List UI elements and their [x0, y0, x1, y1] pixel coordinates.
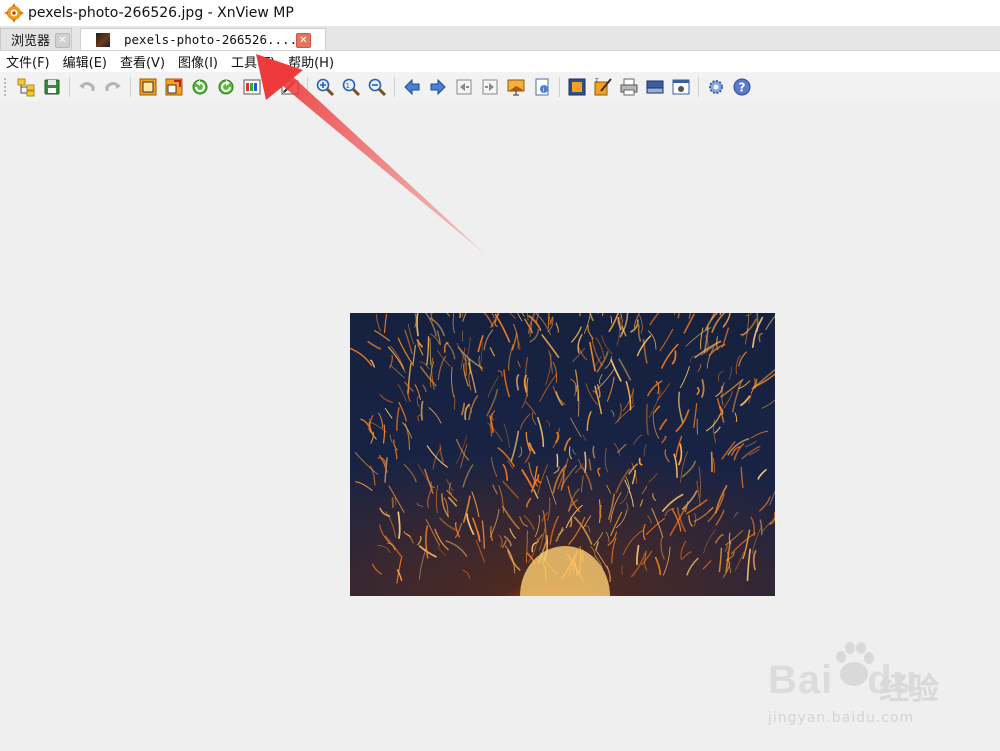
- toolbar: 1 i T ?: [0, 72, 1000, 102]
- scanner-button[interactable]: [642, 75, 668, 99]
- baidu-watermark: Bai du 经验 jingyan.baidu.com: [768, 640, 958, 730]
- edit-button[interactable]: [277, 75, 303, 99]
- print-icon: [620, 78, 638, 95]
- toolbar-separator: [307, 76, 308, 97]
- toolbar-grip[interactable]: [3, 76, 7, 97]
- menu-view[interactable]: 查看(V): [114, 52, 172, 71]
- fullscreen-button[interactable]: [564, 75, 590, 99]
- save-button[interactable]: [39, 75, 65, 99]
- print-button[interactable]: [616, 75, 642, 99]
- adjust-colors-icon: [243, 79, 261, 94]
- menu-edit[interactable]: 编辑(E): [57, 52, 114, 71]
- scanner-icon: [646, 80, 664, 93]
- menu-tools[interactable]: 工具(T): [225, 52, 282, 71]
- zoom-fit-button[interactable]: 1: [338, 75, 364, 99]
- next-button[interactable]: [425, 75, 451, 99]
- undo-icon: [79, 81, 95, 91]
- first-button[interactable]: [451, 75, 477, 99]
- adjust-colors-dropdown[interactable]: [265, 75, 277, 99]
- spark-streak: [579, 313, 581, 317]
- xnview-logo-icon: [4, 3, 24, 23]
- crop-button[interactable]: [135, 75, 161, 99]
- window-title: pexels-photo-266526.jpg - XnView MP: [28, 5, 294, 21]
- svg-text:1: 1: [346, 82, 350, 90]
- toolbar-separator: [394, 76, 395, 97]
- adjust-colors-button[interactable]: [239, 75, 265, 99]
- photo-fire-sparks: [350, 313, 775, 596]
- previous-icon: [404, 78, 420, 95]
- help-button[interactable]: ?: [729, 75, 755, 99]
- close-icon[interactable]: ✕: [55, 33, 70, 48]
- info-button[interactable]: i: [529, 75, 555, 99]
- spark-streak: [584, 451, 587, 473]
- menu-bar: 文件(F) 编辑(E) 查看(V) 图像(I) 工具(T) 帮助(H): [0, 51, 1000, 72]
- info-icon: i: [535, 78, 549, 95]
- tab-label: pexels-photo-266526....: [124, 32, 298, 47]
- zoom-in-button[interactable]: [312, 75, 338, 99]
- batch-icon: T: [594, 78, 612, 95]
- watermark-url: jingyan.baidu.com: [768, 710, 915, 726]
- open-browser-button[interactable]: [13, 75, 39, 99]
- rotate-right-button[interactable]: [213, 75, 239, 99]
- open-browser-icon: [17, 78, 35, 96]
- tab-browser[interactable]: 浏览器 ✕: [0, 28, 72, 50]
- title-bar: pexels-photo-266526.jpg - XnView MP: [0, 0, 1000, 26]
- last-icon: [482, 79, 498, 94]
- tab-label: 浏览器: [11, 34, 51, 49]
- toolbar-separator: [69, 76, 70, 97]
- first-icon: [456, 79, 472, 94]
- last-button[interactable]: [477, 75, 503, 99]
- edit-icon: [281, 80, 299, 94]
- svg-text:T: T: [594, 78, 599, 85]
- watermark-jingyan: 经验: [879, 672, 939, 707]
- next-icon: [430, 78, 446, 95]
- svg-text:?: ?: [739, 80, 746, 94]
- rotate-left-button[interactable]: [187, 75, 213, 99]
- slideshow-icon: [507, 79, 525, 95]
- settings-icon: [709, 79, 723, 94]
- resize-icon: [165, 78, 183, 95]
- menu-file[interactable]: 文件(F): [0, 52, 57, 71]
- redo-button[interactable]: [100, 75, 126, 99]
- resize-button[interactable]: [161, 75, 187, 99]
- slideshow-button[interactable]: [503, 75, 529, 99]
- undo-button[interactable]: [74, 75, 100, 99]
- baidu-paw-icon: [836, 642, 874, 686]
- zoom-in-icon: [316, 78, 335, 96]
- close-icon[interactable]: ✕: [296, 33, 311, 48]
- menu-help[interactable]: 帮助(H): [282, 52, 341, 71]
- toolbar-separator: [559, 76, 560, 97]
- menu-image[interactable]: 图像(I): [172, 52, 225, 71]
- rotate-left-icon: [192, 79, 208, 94]
- capture-icon: [672, 79, 690, 94]
- zoom-out-button[interactable]: [364, 75, 390, 99]
- image-thumbnail-icon: [96, 32, 110, 47]
- capture-button[interactable]: [668, 75, 694, 99]
- toolbar-separator: [130, 76, 131, 97]
- crop-icon: [139, 78, 157, 95]
- help-icon: ?: [733, 78, 751, 95]
- spark-streak: [391, 496, 394, 509]
- toolbar-separator: [698, 76, 699, 97]
- previous-button[interactable]: [399, 75, 425, 99]
- settings-button[interactable]: [703, 75, 729, 99]
- zoom-out-icon: [368, 78, 387, 96]
- zoom-fit-icon: 1: [342, 78, 361, 96]
- redo-icon: [105, 81, 121, 91]
- tab-bar: 浏览器 ✕ pexels-photo-266526.... ✕: [0, 26, 1000, 51]
- rotate-right-icon: [218, 79, 234, 94]
- batch-button[interactable]: T: [590, 75, 616, 99]
- dropdown-arrow-icon: [267, 84, 275, 90]
- spark-streak: [599, 504, 602, 518]
- fullscreen-icon: [568, 78, 586, 95]
- tab-image[interactable]: pexels-photo-266526.... ✕: [80, 28, 326, 50]
- save-icon: [44, 79, 60, 94]
